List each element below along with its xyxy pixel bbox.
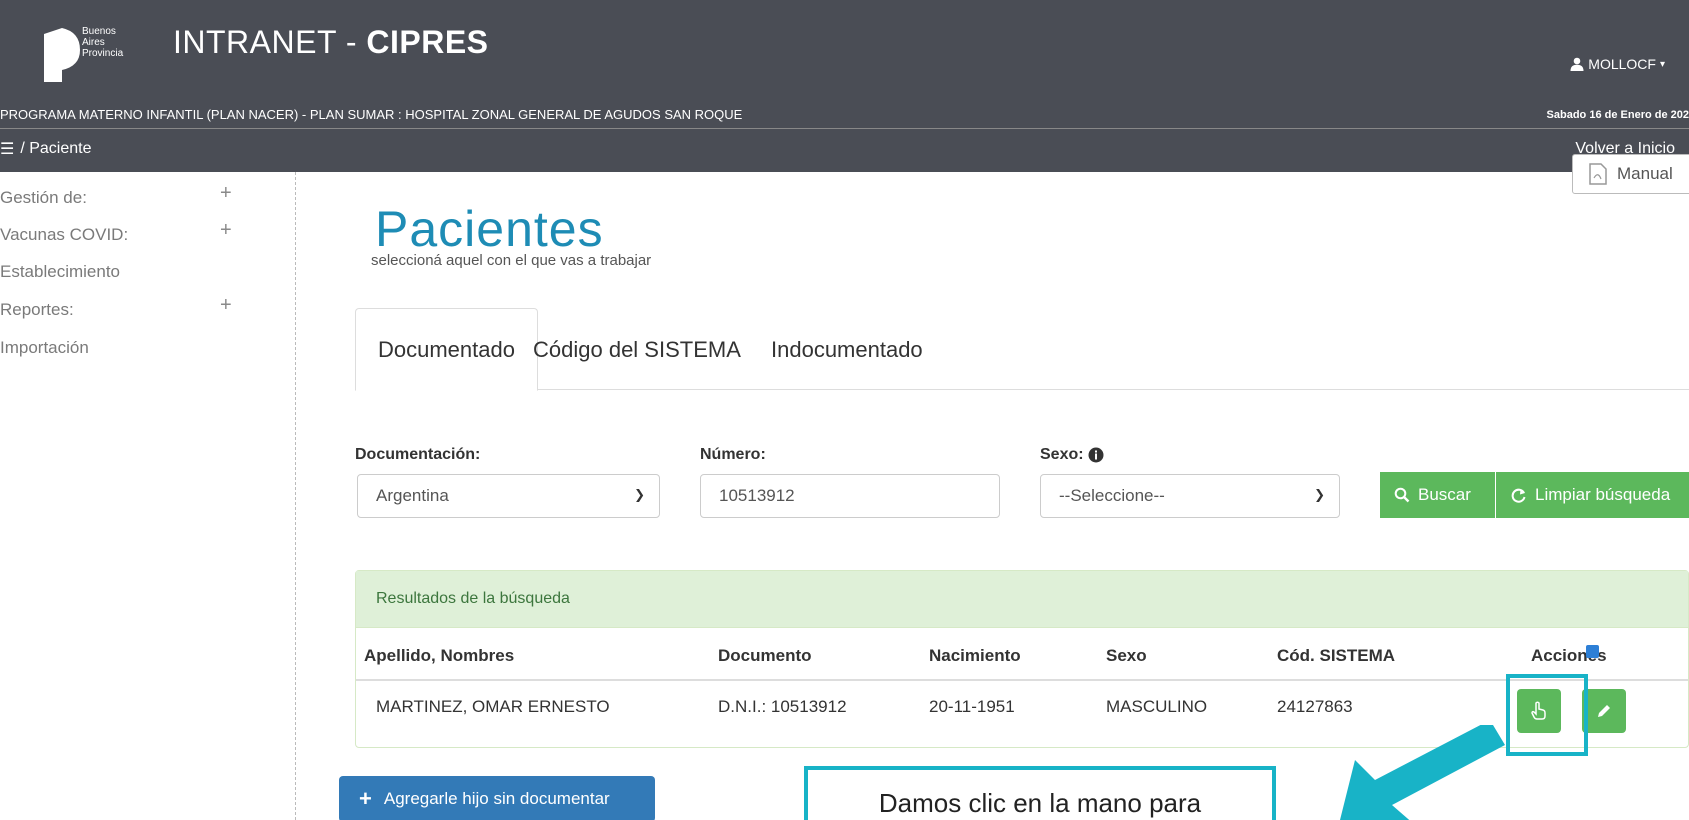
search-label: Buscar (1418, 485, 1471, 504)
clear-search-label: Limpiar búsqueda (1535, 485, 1671, 504)
sexo-label-group: Sexo: (1040, 446, 1104, 464)
tab-codigo-sistema[interactable]: Código del SISTEMA (511, 308, 763, 391)
cursor-marker (1586, 645, 1599, 658)
sexo-select[interactable]: --Seleccione-- ❯ (1040, 474, 1340, 518)
page-title: Pacientes (375, 201, 604, 257)
cell-documento: D.N.I.: 10513912 (718, 697, 847, 716)
refresh-icon (1511, 488, 1526, 503)
pdf-document-icon (1589, 163, 1607, 185)
cell-sexo: MASCULINO (1106, 697, 1208, 716)
documentacion-select[interactable]: Argentina ❯ (357, 474, 660, 518)
sidebar-item-establecimiento[interactable]: Establecimiento (0, 262, 120, 282)
tab-indocumentado[interactable]: Indocumentado (749, 308, 945, 391)
manual-label: Manual (1617, 164, 1673, 183)
user-icon (1570, 57, 1584, 71)
edit-patient-button[interactable] (1582, 689, 1626, 733)
numero-value: 10513912 (719, 486, 795, 505)
app-title-prefix: INTRANET - (173, 24, 367, 60)
sidebar-item-reportes[interactable]: Reportes: (0, 300, 74, 320)
search-icon (1394, 487, 1410, 503)
info-icon[interactable] (1088, 447, 1104, 463)
highlight-box (1506, 674, 1588, 756)
documentacion-label: Documentación: (355, 446, 481, 463)
program-label: PROGRAMA MATERNO INFANTIL (PLAN NACER) -… (0, 107, 743, 122)
column-header-nombres: Apellido, Nombres (364, 646, 515, 665)
header-divider (0, 128, 1689, 129)
sidebar-item-vacunas[interactable]: Vacunas COVID: (0, 225, 128, 245)
column-header-cod-sistema: Cód. SISTEMA (1277, 646, 1396, 665)
numero-label: Número: (700, 446, 766, 463)
sidebar-item-importacion[interactable]: Importación (0, 338, 89, 358)
results-panel: Resultados de la búsqueda Apellido, Nomb… (355, 570, 1689, 748)
cell-nacimiento: 20-11-1951 (929, 697, 1015, 716)
menu-list-icon[interactable]: ☰ (0, 139, 14, 159)
column-header-nacimiento: Nacimiento (929, 646, 1021, 665)
breadcrumb-label: / Paciente (20, 140, 92, 157)
clear-search-button[interactable]: Limpiar búsqueda (1496, 472, 1689, 518)
sexo-label: Sexo: (1040, 446, 1084, 463)
logo-text: Buenos Aires Provincia (82, 26, 123, 59)
results-heading: Resultados de la búsqueda (356, 571, 1688, 628)
chevron-down-icon: ❯ (634, 487, 645, 502)
app-title-name: CIPRES (366, 24, 489, 60)
cell-nombres: MARTINEZ, OMAR ERNESTO (376, 697, 610, 716)
callout-text: Damos clic en la mano para (878, 788, 1202, 818)
tutorial-arrow-icon (1340, 725, 1505, 820)
logo-line-3: Provincia (82, 48, 124, 59)
tutorial-callout: Damos clic en la mano para (804, 766, 1276, 820)
chevron-down-icon: ❯ (1314, 487, 1325, 502)
expand-plus-icon[interactable]: + (220, 294, 232, 317)
table-header-divider (356, 679, 1688, 681)
user-name: MOLLOCF (1588, 56, 1656, 72)
header-bar: Buenos Aires Provincia INTRANET - CIPRES… (0, 0, 1689, 172)
sexo-value: --Seleccione-- (1059, 486, 1165, 505)
plus-icon: + (359, 786, 372, 811)
logo-line-2: Aires (82, 37, 105, 48)
sidebar-item-gestion[interactable]: Gestión de: (0, 188, 87, 208)
manual-button[interactable]: Manual (1572, 154, 1689, 194)
breadcrumb: ☰ / Paciente (0, 139, 92, 159)
caret-down-icon: ▾ (1659, 58, 1665, 70)
expand-plus-icon[interactable]: + (220, 219, 232, 242)
add-child-label: Agregarle hijo sin documentar (383, 789, 610, 808)
user-menu[interactable]: MOLLOCF ▾ (1570, 56, 1665, 72)
documentacion-value: Argentina (376, 486, 449, 505)
expand-plus-icon[interactable]: + (220, 182, 232, 205)
add-child-button[interactable]: + Agregarle hijo sin documentar (339, 776, 655, 820)
cell-cod-sistema: 24127863 (1277, 697, 1353, 716)
patient-tabs: Documentado Código del SISTEMA Indocumen… (355, 308, 1689, 391)
app-title: INTRANET - CIPRES (173, 24, 489, 61)
column-header-sexo: Sexo (1106, 646, 1147, 665)
numero-input[interactable]: 10513912 (700, 474, 1000, 518)
search-button[interactable]: Buscar (1380, 472, 1495, 518)
current-date: Sabado 16 de Enero de 202 (1546, 109, 1689, 121)
sidebar: Gestión de: + Vacunas COVID: + Estableci… (0, 172, 296, 820)
column-header-documento: Documento (718, 646, 812, 665)
page-subtitle: seleccioná aquel con el que vas a trabaj… (371, 252, 652, 269)
pencil-icon (1598, 705, 1610, 717)
logo-line-1: Buenos (82, 26, 116, 37)
